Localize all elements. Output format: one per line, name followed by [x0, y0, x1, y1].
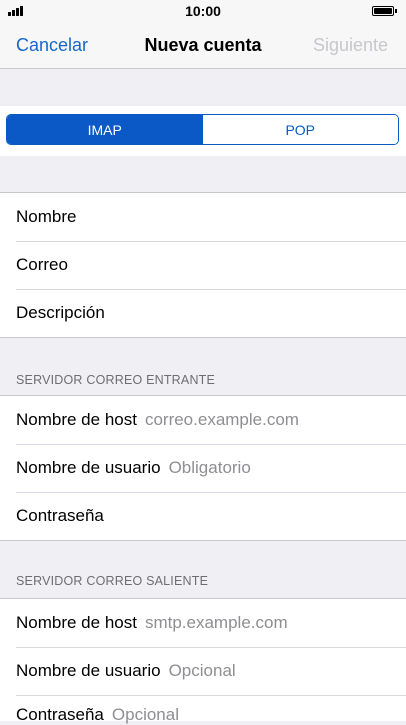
- navigation-bar: Cancelar Nueva cuenta Siguiente: [0, 22, 406, 69]
- name-label: Nombre: [16, 207, 77, 226]
- incoming-username-label: Nombre de usuario: [16, 458, 161, 477]
- account-info-group: Nombre Correo Descripción: [0, 192, 406, 338]
- email-field[interactable]: Correo: [0, 241, 406, 289]
- outgoing-password-label: Contraseña: [16, 705, 104, 724]
- email-label: Correo: [16, 255, 68, 274]
- status-bar: 10:00: [0, 0, 406, 22]
- outgoing-server-header: SERVIDOR CORREO SALIENTE: [16, 574, 209, 588]
- outgoing-username-label: Nombre de usuario: [16, 661, 161, 680]
- outgoing-password-placeholder: Opcional: [111, 705, 179, 724]
- incoming-host-field[interactable]: Nombre de host correo.example.com: [0, 396, 406, 444]
- outgoing-host-field[interactable]: Nombre de host smtp.example.com: [0, 599, 406, 647]
- outgoing-username-field[interactable]: Nombre de usuario Opcional: [0, 647, 406, 695]
- segment-pop[interactable]: POP: [202, 115, 398, 144]
- outgoing-username-placeholder: Opcional: [168, 661, 236, 680]
- battery-icon: [372, 6, 394, 16]
- outgoing-server-group: Nombre de host smtp.example.com Nombre d…: [0, 598, 406, 724]
- incoming-username-placeholder: Obligatorio: [168, 458, 251, 477]
- outgoing-password-field[interactable]: Contraseña Opcional: [0, 695, 406, 724]
- outgoing-host-label: Nombre de host: [16, 613, 137, 632]
- next-button[interactable]: Siguiente: [313, 35, 388, 56]
- incoming-host-label: Nombre de host: [16, 410, 137, 429]
- incoming-host-value: correo.example.com: [144, 410, 299, 429]
- outgoing-host-value: smtp.example.com: [144, 613, 288, 632]
- protocol-segmented-control: IMAP POP: [6, 114, 399, 145]
- incoming-server-group: Nombre de host correo.example.com Nombre…: [0, 395, 406, 541]
- description-label: Descripción: [16, 303, 105, 322]
- protocol-segment-container: IMAP POP: [0, 106, 406, 156]
- incoming-password-label: Contraseña: [16, 506, 104, 525]
- incoming-server-header: SERVIDOR CORREO ENTRANTE: [16, 373, 216, 387]
- segment-imap[interactable]: IMAP: [7, 115, 203, 144]
- description-field[interactable]: Descripción: [0, 289, 406, 337]
- incoming-password-field[interactable]: Contraseña: [0, 492, 406, 540]
- incoming-username-field[interactable]: Nombre de usuario Obligatorio: [0, 444, 406, 492]
- status-time: 10:00: [185, 3, 221, 19]
- name-field[interactable]: Nombre: [0, 193, 406, 241]
